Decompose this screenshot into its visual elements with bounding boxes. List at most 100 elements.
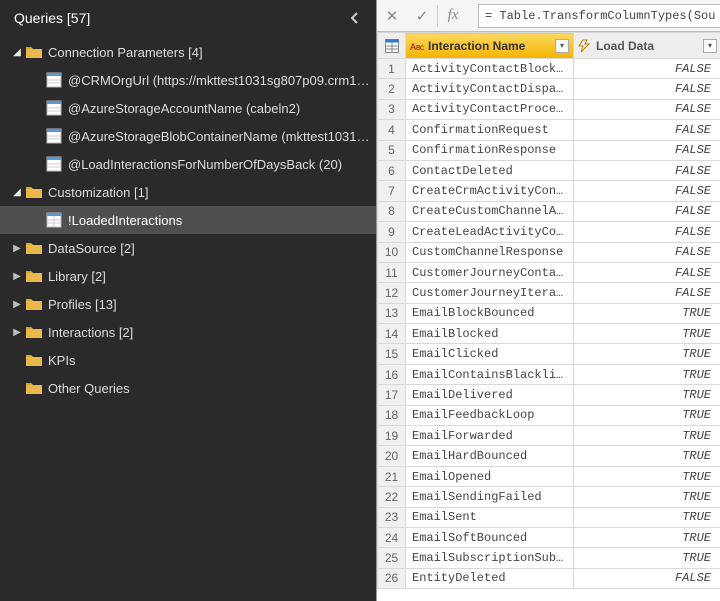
cell-interaction-name[interactable]: ConfirmationRequest	[406, 120, 574, 140]
cell-load-data[interactable]: TRUE	[574, 303, 720, 323]
cell-load-data[interactable]: FALSE	[574, 99, 720, 119]
sidebar-parameter[interactable]: @LoadInteractionsForNumberOfDaysBack (20…	[0, 150, 376, 178]
cell-load-data[interactable]: TRUE	[574, 426, 720, 446]
cell-interaction-name[interactable]: EmailBlocked	[406, 324, 574, 344]
fx-icon[interactable]: fx	[438, 7, 468, 24]
cell-interaction-name[interactable]: EmailFeedbackLoop	[406, 405, 574, 425]
table-row[interactable]: 16EmailContainsBlacklist…TRUE	[378, 364, 720, 384]
cell-load-data[interactable]: TRUE	[574, 487, 720, 507]
cell-interaction-name[interactable]: EmailSent	[406, 507, 574, 527]
cell-load-data[interactable]: TRUE	[574, 405, 720, 425]
cell-load-data[interactable]: TRUE	[574, 527, 720, 547]
column-header-load-data[interactable]: Load Data ▾	[574, 33, 720, 59]
formula-commit-icon[interactable]: ✓	[407, 7, 437, 25]
table-row[interactable]: 1ActivityContactBlockedFALSE	[378, 59, 720, 79]
sidebar-folder[interactable]: ▶Other Queries	[0, 374, 376, 402]
sidebar-parameter[interactable]: @CRMOrgUrl (https://mkttest1031sg807p09.…	[0, 66, 376, 94]
cell-interaction-name[interactable]: CreateLeadActivityCont…	[406, 222, 574, 242]
expand-icon[interactable]: ▶	[10, 327, 24, 338]
table-row[interactable]: 19EmailForwardedTRUE	[378, 426, 720, 446]
formula-cancel-icon[interactable]: ✕	[377, 7, 407, 25]
sidebar-parameter[interactable]: @AzureStorageBlobContainerName (mkttest1…	[0, 122, 376, 150]
expand-icon[interactable]: ▶	[10, 271, 24, 282]
cell-interaction-name[interactable]: CreateCrmActivityConta…	[406, 181, 574, 201]
cell-interaction-name[interactable]: EmailHardBounced	[406, 446, 574, 466]
sidebar-folder[interactable]: ▶Profiles [13]	[0, 290, 376, 318]
table-row[interactable]: 3ActivityContactProcess…FALSE	[378, 99, 720, 119]
cell-interaction-name[interactable]: CustomerJourneyIterati…	[406, 283, 574, 303]
cell-load-data[interactable]: TRUE	[574, 385, 720, 405]
cell-interaction-name[interactable]: ActivityContactProcess…	[406, 99, 574, 119]
cell-load-data[interactable]: FALSE	[574, 201, 720, 221]
sidebar-folder[interactable]: ▶DataSource [2]	[0, 234, 376, 262]
table-row[interactable]: 11CustomerJourneyContact…FALSE	[378, 262, 720, 282]
cell-interaction-name[interactable]: EmailForwarded	[406, 426, 574, 446]
table-row[interactable]: 4ConfirmationRequestFALSE	[378, 120, 720, 140]
table-row[interactable]: 26EntityDeletedFALSE	[378, 568, 720, 588]
cell-load-data[interactable]: TRUE	[574, 324, 720, 344]
cell-interaction-name[interactable]: EmailBlockBounced	[406, 303, 574, 323]
cell-interaction-name[interactable]: ActivityContactBlocked	[406, 59, 574, 79]
table-row[interactable]: 22EmailSendingFailedTRUE	[378, 487, 720, 507]
cell-load-data[interactable]: TRUE	[574, 507, 720, 527]
sidebar-parameter[interactable]: @AzureStorageAccountName (cabeln2)	[0, 94, 376, 122]
cell-load-data[interactable]: FALSE	[574, 140, 720, 160]
sidebar-folder[interactable]: ▶Interactions [2]	[0, 318, 376, 346]
formula-input[interactable]	[478, 4, 720, 28]
cell-load-data[interactable]: FALSE	[574, 79, 720, 99]
collapse-icon[interactable]: ◢	[10, 187, 24, 198]
sidebar-folder[interactable]: ◢Customization [1]	[0, 178, 376, 206]
cell-interaction-name[interactable]: ActivityContactDispatc…	[406, 79, 574, 99]
cell-load-data[interactable]: FALSE	[574, 59, 720, 79]
sidebar-folder[interactable]: ◢Connection Parameters [4]	[0, 38, 376, 66]
table-row[interactable]: 17EmailDeliveredTRUE	[378, 385, 720, 405]
cell-interaction-name[interactable]: CustomChannelResponse	[406, 242, 574, 262]
cell-load-data[interactable]: FALSE	[574, 283, 720, 303]
cell-load-data[interactable]: TRUE	[574, 446, 720, 466]
sidebar-folder[interactable]: ▶Library [2]	[0, 262, 376, 290]
cell-load-data[interactable]: FALSE	[574, 222, 720, 242]
sidebar-query[interactable]: !LoadedInteractions	[0, 206, 376, 234]
cell-load-data[interactable]: FALSE	[574, 120, 720, 140]
sidebar-folder[interactable]: ▶KPIs	[0, 346, 376, 374]
cell-load-data[interactable]: FALSE	[574, 568, 720, 588]
cell-interaction-name[interactable]: ConfirmationResponse	[406, 140, 574, 160]
table-row[interactable]: 23EmailSentTRUE	[378, 507, 720, 527]
column-header-interaction-name[interactable]: ABC Interaction Name ▾	[406, 33, 574, 59]
table-row[interactable]: 2ActivityContactDispatc…FALSE	[378, 79, 720, 99]
table-row[interactable]: 25EmailSubscriptionSubmitTRUE	[378, 548, 720, 568]
table-row[interactable]: 13EmailBlockBouncedTRUE	[378, 303, 720, 323]
table-row[interactable]: 18EmailFeedbackLoopTRUE	[378, 405, 720, 425]
cell-interaction-name[interactable]: ContactDeleted	[406, 160, 574, 180]
cell-load-data[interactable]: TRUE	[574, 364, 720, 384]
table-row[interactable]: 20EmailHardBouncedTRUE	[378, 446, 720, 466]
cell-interaction-name[interactable]: EntityDeleted	[406, 568, 574, 588]
cell-interaction-name[interactable]: EmailOpened	[406, 466, 574, 486]
cell-interaction-name[interactable]: CreateCustomChannelAct…	[406, 201, 574, 221]
cell-interaction-name[interactable]: EmailSoftBounced	[406, 527, 574, 547]
cell-interaction-name[interactable]: EmailContainsBlacklist…	[406, 364, 574, 384]
cell-interaction-name[interactable]: EmailClicked	[406, 344, 574, 364]
table-row[interactable]: 5ConfirmationResponseFALSE	[378, 140, 720, 160]
cell-load-data[interactable]: FALSE	[574, 160, 720, 180]
table-row[interactable]: 10CustomChannelResponseFALSE	[378, 242, 720, 262]
collapse-icon[interactable]: ◢	[10, 47, 24, 58]
table-row[interactable]: 8CreateCustomChannelAct…FALSE	[378, 201, 720, 221]
cell-load-data[interactable]: FALSE	[574, 181, 720, 201]
table-row[interactable]: 12CustomerJourneyIterati…FALSE	[378, 283, 720, 303]
table-row[interactable]: 14EmailBlockedTRUE	[378, 324, 720, 344]
table-row[interactable]: 9CreateLeadActivityCont…FALSE	[378, 222, 720, 242]
cell-load-data[interactable]: FALSE	[574, 262, 720, 282]
expand-icon[interactable]: ▶	[10, 243, 24, 254]
table-row[interactable]: 21EmailOpenedTRUE	[378, 466, 720, 486]
column-filter-dropdown-icon[interactable]: ▾	[555, 39, 569, 53]
column-filter-dropdown-icon[interactable]: ▾	[703, 39, 717, 53]
table-row[interactable]: 24EmailSoftBouncedTRUE	[378, 527, 720, 547]
cell-interaction-name[interactable]: EmailSubscriptionSubmit	[406, 548, 574, 568]
cell-interaction-name[interactable]: CustomerJourneyContact…	[406, 262, 574, 282]
expand-icon[interactable]: ▶	[10, 299, 24, 310]
table-row[interactable]: 7CreateCrmActivityConta…FALSE	[378, 181, 720, 201]
table-corner[interactable]	[378, 33, 406, 59]
cell-interaction-name[interactable]: EmailDelivered	[406, 385, 574, 405]
table-row[interactable]: 6ContactDeletedFALSE	[378, 160, 720, 180]
